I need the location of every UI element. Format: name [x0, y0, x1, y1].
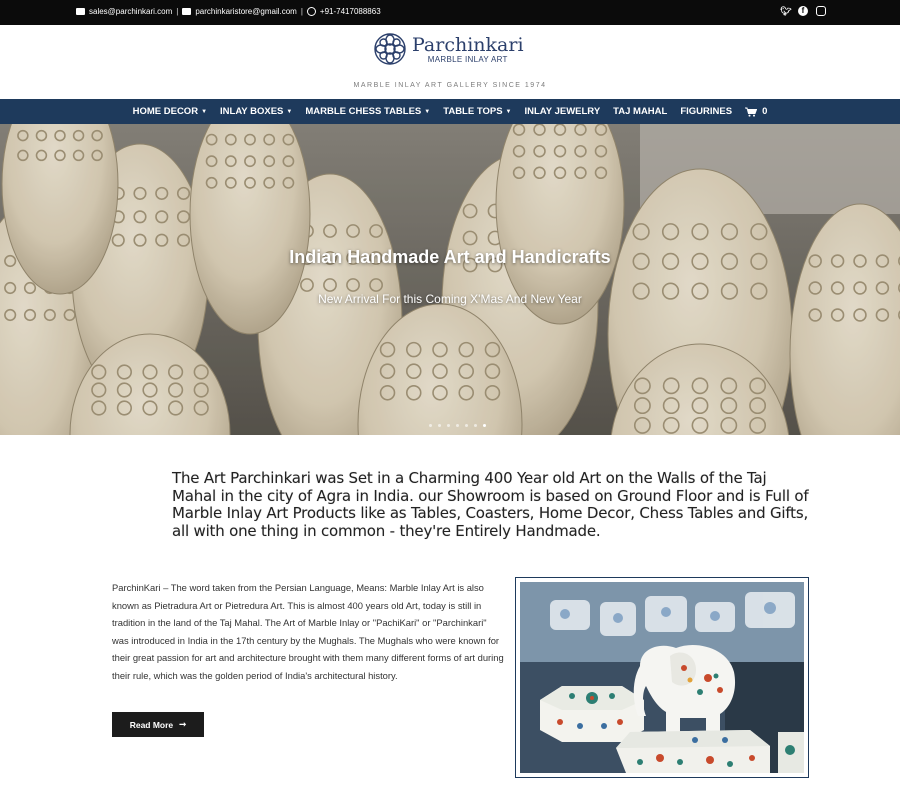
slider-dot[interactable]	[483, 424, 486, 427]
facebook-icon[interactable]: f	[798, 6, 808, 16]
nav-item-table-tops[interactable]: TABLE TOPS ▼	[443, 106, 511, 117]
instagram-icon[interactable]	[816, 6, 826, 16]
about-text: ParchinKari – The word taken from the Pe…	[112, 582, 504, 681]
cart-link[interactable]: 0	[745, 106, 767, 117]
nav-item-figurines[interactable]: FIGURINES	[680, 106, 732, 117]
twitter-icon[interactable]: 🐦︎	[780, 6, 791, 16]
contact-info: sales@parchinkari.com | parchinkaristore…	[76, 7, 381, 16]
slider-dot[interactable]	[429, 424, 432, 427]
social-links: 🐦︎ f	[780, 6, 826, 16]
tagline: MARBLE INLAY ART GALLERY SINCE 1974	[353, 82, 547, 89]
email-link-sales[interactable]: sales@parchinkari.com	[89, 7, 172, 16]
main-nav: HOME DECOR ▼ INLAY BOXES ▼ MARBLE CHESS TA…	[0, 99, 900, 124]
logo-text: Parchinkari MARBLE INLAY ART	[412, 35, 524, 64]
nav-list: HOME DECOR ▼ INLAY BOXES ▼ MARBLE CHESS TA…	[0, 99, 900, 124]
read-more-button[interactable]: Read More ➞	[112, 712, 204, 737]
read-more-label: Read More	[129, 719, 174, 730]
chevron-down-icon: ▼	[424, 108, 431, 115]
hero-subtitle: New Arrival For this Coming X'Mas And Ne…	[318, 292, 582, 306]
site-logo[interactable]: Parchinkari MARBLE INLAY ART	[372, 31, 524, 67]
nav-item-inlay-jewelry[interactable]: INLAY JEWELRY	[524, 106, 600, 117]
hero-slider[interactable]: Indian Handmade Art and Handicrafts New …	[0, 124, 900, 435]
slider-dots	[429, 424, 486, 427]
hero-image-carved-heads	[0, 124, 900, 435]
product-image-frame	[515, 577, 809, 778]
slider-dot[interactable]	[474, 424, 477, 427]
email-icon	[76, 8, 85, 15]
logo-name: Parchinkari	[412, 33, 524, 56]
separator: |	[300, 7, 303, 16]
logo-subtitle: MARBLE INLAY ART	[427, 54, 508, 64]
logo-mandala-icon	[374, 33, 406, 65]
arrow-right-icon: ➞	[179, 719, 187, 729]
slider-dot[interactable]	[438, 424, 441, 427]
nav-item-taj-mahal[interactable]: TAJ MAHAL	[613, 106, 667, 117]
slider-dot[interactable]	[456, 424, 459, 427]
separator: |	[176, 7, 179, 16]
nav-item-marble-chess-tables[interactable]: MARBLE CHESS TABLES ▼	[305, 106, 430, 117]
nav-item-home-decor[interactable]: HOME DECOR ▼	[133, 106, 207, 117]
cart-icon	[745, 107, 758, 117]
chevron-down-icon: ▼	[505, 108, 512, 115]
slider-dot[interactable]	[465, 424, 468, 427]
hero-title: Indian Handmade Art and Handicrafts	[289, 247, 611, 267]
slider-dot[interactable]	[447, 424, 450, 427]
top-bar: sales@parchinkari.com | parchinkaristore…	[0, 0, 900, 25]
product-image-inlay-elephant	[520, 582, 804, 773]
phone-link[interactable]: +91-7417088863	[320, 7, 381, 16]
chevron-down-icon: ▼	[286, 108, 293, 115]
intro-heading: The Art Parchinkari was Set in a Charmin…	[172, 469, 809, 540]
nav-item-inlay-boxes[interactable]: INLAY BOXES ▼	[220, 106, 292, 117]
cart-count: 0	[762, 106, 768, 117]
email-link-store[interactable]: parchinkaristore@gmail.com	[195, 7, 297, 16]
whatsapp-icon	[306, 7, 316, 16]
chevron-down-icon: ▼	[201, 108, 208, 115]
email-icon	[182, 8, 192, 15]
